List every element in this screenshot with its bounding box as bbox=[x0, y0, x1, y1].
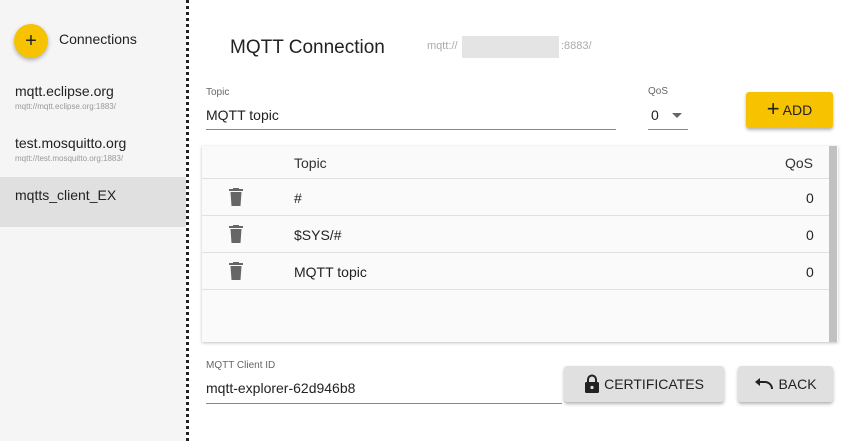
row-divider bbox=[202, 215, 829, 216]
client-id-input[interactable]: mqtt-explorer-62d946b8 bbox=[206, 380, 355, 396]
row-qos: 0 bbox=[806, 227, 814, 243]
sidebar-divider[interactable] bbox=[186, 0, 189, 441]
back-label: BACK bbox=[778, 376, 817, 392]
add-subscription-button[interactable]: + ADD bbox=[746, 92, 833, 128]
qos-select[interactable]: 0 bbox=[651, 107, 659, 123]
row-topic: $SYS/# bbox=[294, 227, 342, 243]
connection-item[interactable]: test.mosquitto.org mqtt://test.mosquitto… bbox=[0, 133, 186, 177]
qos-select-underline bbox=[648, 129, 688, 130]
header-divider bbox=[202, 178, 829, 179]
table-scrollbar[interactable] bbox=[829, 146, 837, 342]
delete-icon[interactable] bbox=[229, 188, 243, 206]
connection-name: test.mosquitto.org bbox=[15, 135, 127, 151]
row-divider bbox=[202, 289, 829, 290]
qos-label: QoS bbox=[648, 86, 669, 97]
connection-url: mqtt://test.mosquitto.org:1883/ bbox=[15, 154, 124, 163]
lock-icon bbox=[585, 374, 600, 393]
delete-icon[interactable] bbox=[229, 262, 243, 280]
connection-url-prefix: mqtt:// bbox=[427, 40, 458, 52]
column-header-topic: Topic bbox=[294, 155, 327, 171]
page-title: MQTT Connection bbox=[230, 37, 385, 58]
redacted-host bbox=[462, 36, 559, 58]
row-topic: # bbox=[294, 190, 302, 206]
connection-item[interactable]: mqtt.eclipse.org mqtt://mqtt.eclipse.org… bbox=[0, 81, 186, 125]
undo-icon bbox=[755, 378, 774, 390]
delete-icon[interactable] bbox=[229, 225, 243, 243]
client-id-label: MQTT Client ID bbox=[206, 360, 276, 371]
certificates-label: CERTIFICATES bbox=[604, 376, 704, 392]
connections-title: Connections bbox=[59, 31, 137, 47]
row-qos: 0 bbox=[806, 264, 814, 280]
row-qos: 0 bbox=[806, 190, 814, 206]
connection-url: mqtt://mqtt.eclipse.org:1883/ bbox=[15, 102, 116, 111]
topic-input[interactable]: MQTT topic bbox=[206, 107, 279, 123]
topic-input-underline bbox=[206, 129, 616, 130]
chevron-down-icon[interactable] bbox=[672, 113, 682, 118]
connection-name: mqtt.eclipse.org bbox=[15, 83, 114, 99]
certificates-button[interactable]: CERTIFICATES bbox=[564, 366, 724, 402]
row-topic: MQTT topic bbox=[294, 264, 367, 280]
subscriptions-table bbox=[202, 146, 838, 342]
client-id-underline bbox=[206, 403, 562, 404]
connection-item-selected[interactable]: mqtts_client_EX bbox=[0, 177, 186, 227]
add-button-label: ADD bbox=[782, 102, 813, 118]
add-connection-button[interactable]: + bbox=[14, 24, 48, 58]
column-header-qos: QoS bbox=[785, 155, 814, 171]
plus-icon: + bbox=[766, 96, 780, 121]
row-divider bbox=[202, 252, 829, 253]
connections-sidebar: + Connections mqtt.eclipse.org mqtt://mq… bbox=[0, 0, 186, 441]
topic-label: Topic bbox=[206, 87, 230, 98]
connection-url-port: :8883/ bbox=[561, 40, 592, 52]
connection-name: mqtts_client_EX bbox=[15, 187, 117, 203]
back-button[interactable]: BACK bbox=[738, 366, 833, 402]
